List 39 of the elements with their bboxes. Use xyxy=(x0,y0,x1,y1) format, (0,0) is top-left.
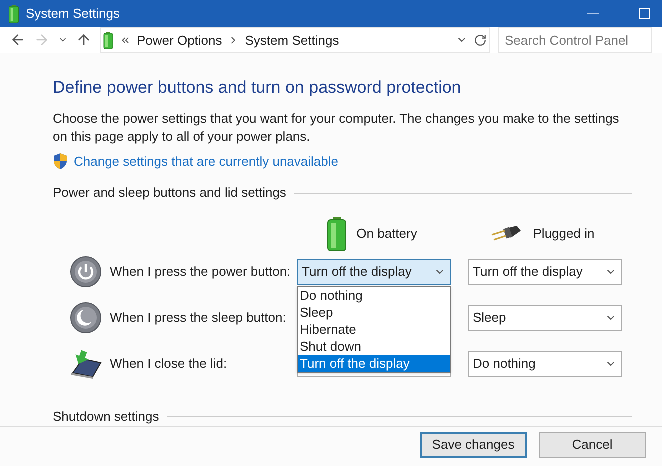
refresh-icon[interactable] xyxy=(474,34,487,47)
address-bar[interactable]: Power Options System Settings xyxy=(100,27,490,54)
power-icon xyxy=(70,256,102,288)
moon-icon xyxy=(70,302,102,334)
plugged-in-dropdown[interactable]: Sleep xyxy=(468,304,622,331)
setting-label: When I press the power button: xyxy=(110,263,292,282)
maximize-icon[interactable] xyxy=(639,8,650,20)
menu-option[interactable]: Do nothing xyxy=(298,286,450,304)
plug-icon xyxy=(491,224,524,243)
battery-icon xyxy=(8,4,20,23)
section-title: Shutdown settings xyxy=(53,408,160,426)
column-header: Plugged in xyxy=(533,225,595,244)
menu-option[interactable]: Turn off the display xyxy=(298,354,450,372)
section-title: Power and sleep buttons and lid settings xyxy=(53,184,286,202)
setting-label: When I press the sleep button: xyxy=(110,309,288,328)
menu-option[interactable]: Sleep xyxy=(298,304,450,321)
back-icon[interactable] xyxy=(10,32,26,48)
page-heading: Define power buttons and turn on password protection xyxy=(53,77,462,100)
setting-label: When I close the lid: xyxy=(110,355,228,374)
breadcrumb[interactable]: Power Options xyxy=(137,30,222,50)
battery-icon xyxy=(326,216,347,251)
laptop-icon xyxy=(69,348,103,379)
chevrons-left-icon xyxy=(120,34,131,46)
breadcrumb[interactable]: System Settings xyxy=(245,30,340,50)
menu-option[interactable]: Hibernate xyxy=(298,320,450,338)
save-button[interactable]: Save changes xyxy=(420,432,527,458)
shield-icon xyxy=(53,153,68,170)
change-settings-link[interactable]: Change settings that are currently unavailable xyxy=(74,152,338,172)
plugged-in-dropdown[interactable]: Turn off the display xyxy=(468,258,622,285)
menu-option[interactable]: Shut down xyxy=(298,338,450,355)
column-header: On battery xyxy=(356,225,418,244)
plugged-in-dropdown[interactable]: Do nothing xyxy=(468,350,622,377)
description: Choose the power settings that you want for your computer. The changes you make to the settings on this page apply to all of your power plans. xyxy=(53,110,620,146)
battery-icon xyxy=(103,32,114,49)
battery-dropdown[interactable]: Turn off the display xyxy=(297,258,451,285)
cancel-button[interactable]: Cancel xyxy=(539,432,646,458)
search-field[interactable]: Search Control Panel xyxy=(498,27,652,54)
minimize-icon[interactable] xyxy=(587,12,599,15)
window-title: System Settings xyxy=(26,4,121,23)
